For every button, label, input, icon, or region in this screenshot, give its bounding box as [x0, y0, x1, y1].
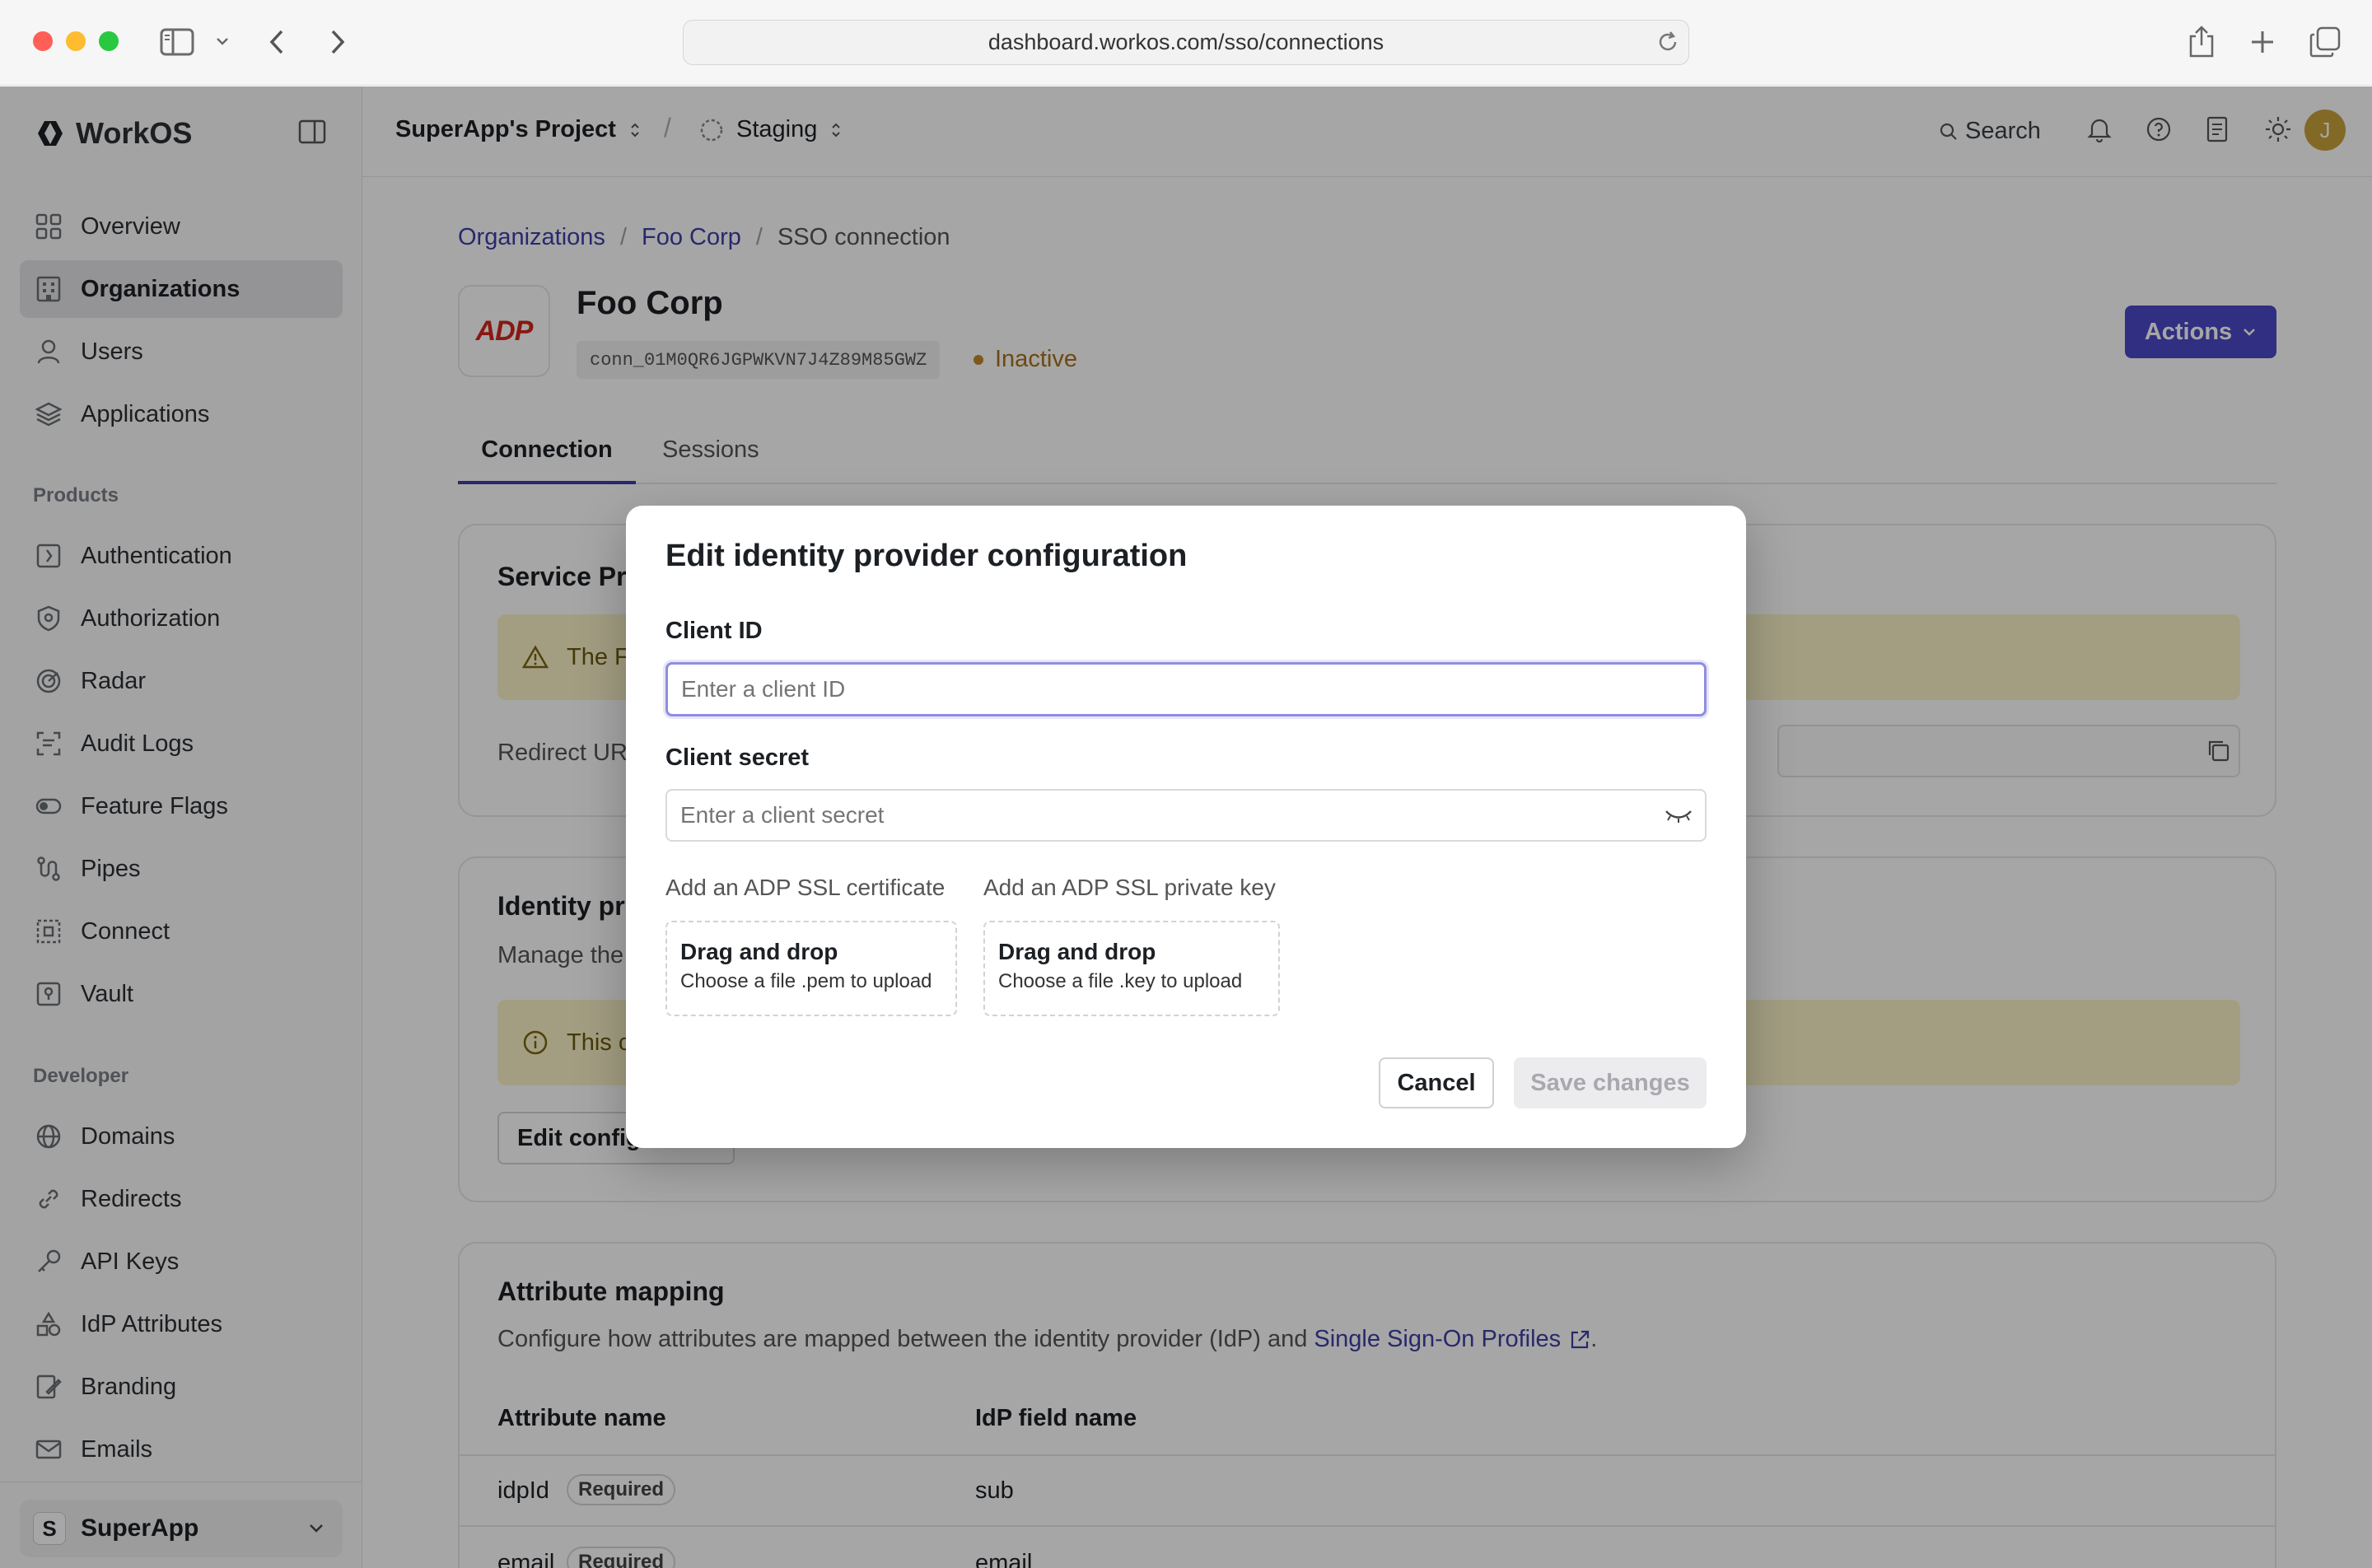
sidebar-toggle-icon[interactable] [160, 28, 194, 56]
chevron-down-icon[interactable] [216, 36, 229, 46]
client-id-input[interactable] [665, 662, 1707, 716]
forward-icon[interactable] [328, 28, 346, 56]
client-id-label: Client ID [665, 618, 763, 644]
minimize-window-button[interactable] [66, 31, 86, 51]
tab-overview-icon[interactable] [2309, 26, 2341, 58]
dropzone-title: Drag and drop [998, 939, 1156, 964]
browser-toolbar: dashboard.workos.com/sso/connections [0, 0, 2372, 86]
client-secret-label: Client secret [665, 744, 810, 771]
key-upload-label: Add an ADP SSL private key [983, 875, 1276, 900]
modal-title: Edit identity provider configuration [665, 539, 1188, 573]
key-dropzone[interactable]: Drag and drop Choose a file .key to uplo… [983, 921, 1280, 1016]
eye-closed-icon[interactable] [1664, 807, 1693, 824]
new-tab-icon[interactable] [2250, 30, 2275, 54]
url-text: dashboard.workos.com/sso/connections [988, 30, 1384, 54]
cert-dropzone[interactable]: Drag and drop Choose a file .pem to uplo… [665, 921, 957, 1016]
close-window-button[interactable] [33, 31, 53, 51]
dropzone-title: Drag and drop [680, 939, 838, 964]
save-changes-button[interactable]: Save changes [1514, 1057, 1707, 1108]
zoom-window-button[interactable] [99, 31, 119, 51]
edit-idp-config-modal: Edit identity provider configuration Cli… [626, 506, 1746, 1148]
cancel-button[interactable]: Cancel [1379, 1057, 1494, 1108]
dropzone-hint: Choose a file .pem to upload [680, 970, 932, 992]
client-secret-input[interactable] [665, 789, 1707, 842]
share-icon[interactable] [2188, 25, 2216, 58]
cert-upload-label: Add an ADP SSL certificate [665, 875, 946, 900]
back-icon[interactable] [268, 28, 287, 56]
dropzone-hint: Choose a file .key to upload [998, 970, 1243, 992]
client-secret-field [665, 789, 1707, 842]
reload-icon[interactable] [1655, 30, 1680, 54]
address-bar[interactable]: dashboard.workos.com/sso/connections [683, 20, 1689, 65]
